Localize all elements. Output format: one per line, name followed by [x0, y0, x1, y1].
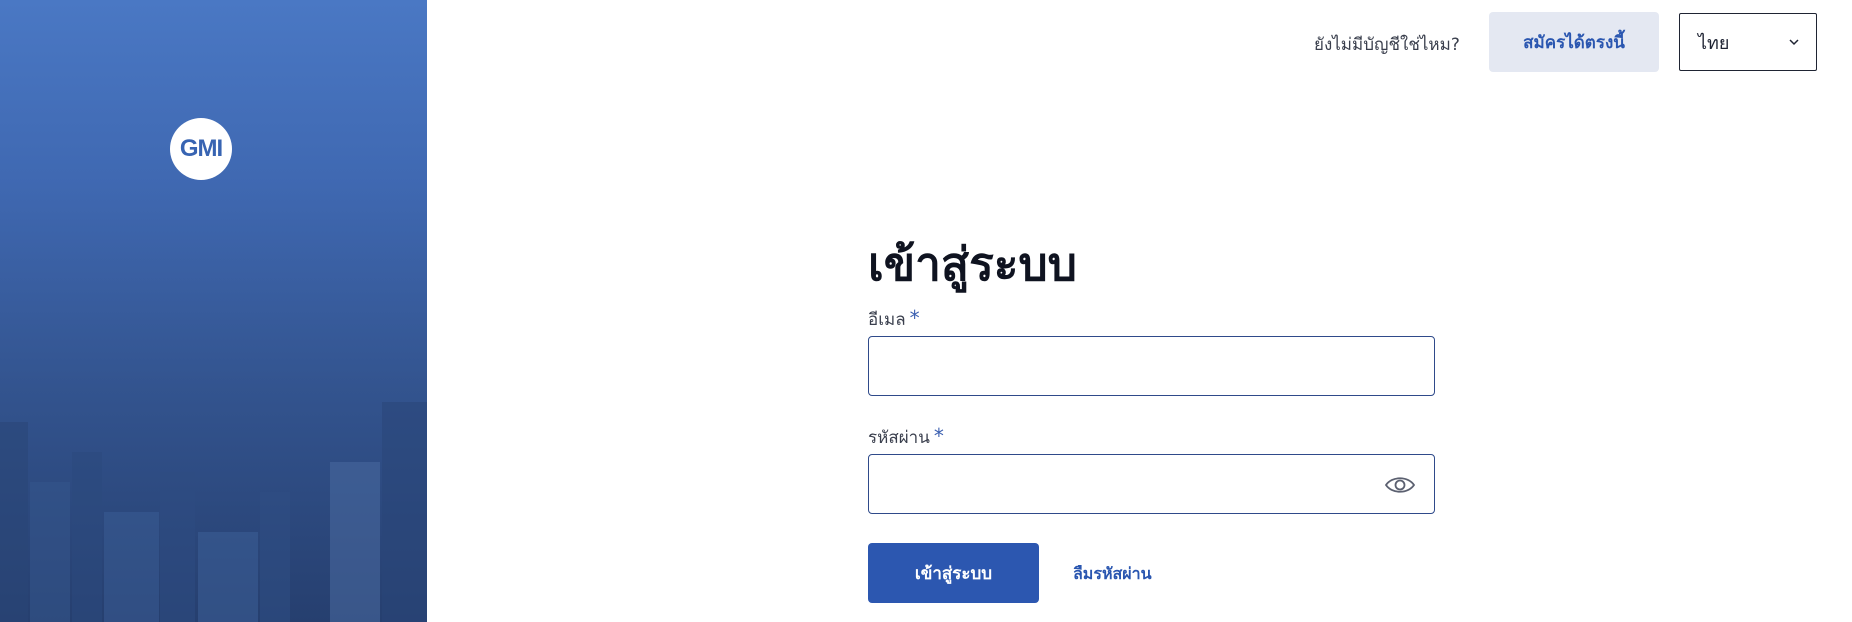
password-field-container	[868, 454, 1435, 514]
email-label: อีเมล *	[868, 306, 920, 333]
signup-button[interactable]: สมัครได้ตรงนี้	[1489, 12, 1659, 72]
chevron-down-icon	[1788, 35, 1800, 49]
login-page: GMI ยังไม่มีบัญชีใช่ไหม? สมัครได้ตรงนี้ …	[0, 0, 1852, 622]
email-field-container	[868, 336, 1435, 396]
page-title: เข้าสู่ระบบ	[868, 237, 1077, 291]
forgot-password-link[interactable]: ลืมรหัสผ่าน	[1073, 562, 1152, 587]
gmi-logo[interactable]: GMI	[170, 118, 232, 180]
email-field[interactable]	[869, 337, 1434, 395]
language-select[interactable]: ไทย	[1679, 13, 1817, 71]
city-skyline-background	[0, 402, 427, 622]
eye-icon[interactable]	[1384, 473, 1416, 497]
login-button[interactable]: เข้าสู่ระบบ	[868, 543, 1039, 603]
password-label: รหัสผ่าน *	[868, 424, 944, 451]
password-label-text: รหัสผ่าน	[868, 428, 930, 448]
no-account-text: ยังไม่มีบัญชีใช่ไหม?	[1314, 35, 1460, 55]
hero-panel: GMI	[0, 0, 427, 622]
email-label-text: อีเมล	[868, 310, 906, 330]
language-selected-value: ไทย	[1698, 32, 1730, 54]
required-asterisk: *	[909, 306, 920, 330]
password-field[interactable]	[869, 455, 1434, 513]
required-asterisk: *	[933, 424, 944, 448]
